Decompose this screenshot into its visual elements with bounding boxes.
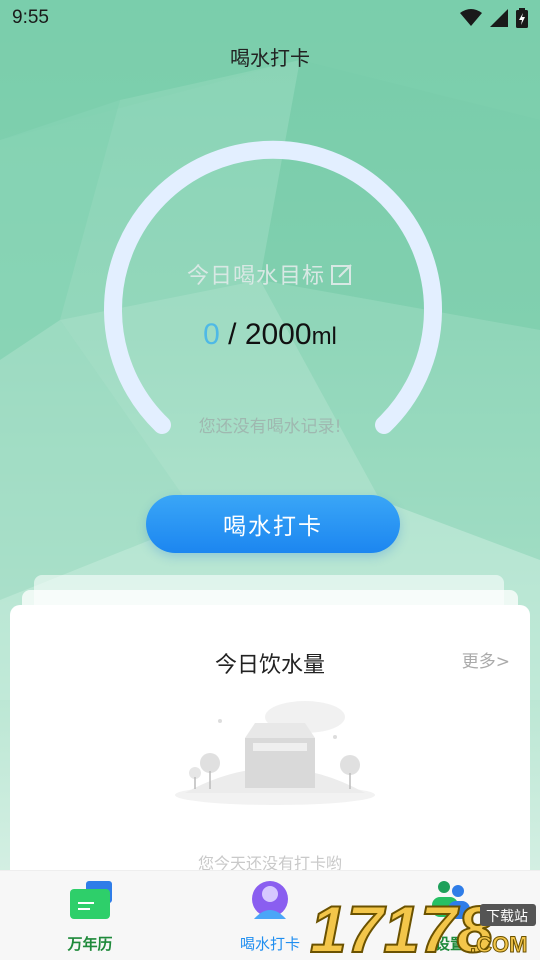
edit-icon[interactable] [331, 263, 353, 285]
no-record-message: 您还没有喝水记录! [198, 417, 342, 437]
site-watermark: 17178 下载站 .COM [310, 891, 536, 960]
calendar-folder-icon [70, 881, 112, 919]
nav-label-water-checkin: 喝水打卡 [239, 935, 300, 953]
empty-box-illustration [175, 701, 375, 805]
target-amount: 2000 [244, 318, 312, 351]
current-amount: 0 [203, 318, 220, 351]
card-title: 今日饮水量 [214, 653, 325, 678]
amount-separator: / [219, 318, 245, 351]
more-link[interactable]: 更多> [462, 647, 510, 672]
watermark-tag: 下载站 [486, 909, 528, 925]
nav-label-calendar: 万年历 [67, 935, 113, 953]
page-title: 喝水打卡 [230, 46, 310, 70]
goal-label: 今日喝水目标 [186, 264, 325, 289]
water-amount: 0 / 2000ml [0, 318, 540, 352]
status-icons [460, 8, 528, 28]
cell-signal-icon [490, 9, 508, 27]
wifi-icon [460, 9, 482, 26]
status-bar: 9:55 [0, 0, 540, 36]
user-avatar-icon [252, 881, 288, 919]
battery-charging-icon [516, 8, 528, 28]
amount-unit: ml [311, 323, 337, 350]
watermark-number: 17178 [310, 892, 494, 960]
goal-label-row[interactable]: 今日喝水目标 [0, 258, 540, 290]
checkin-button[interactable]: 喝水打卡 [146, 495, 400, 553]
nav-item-calendar[interactable]: 万年历 [0, 871, 180, 960]
today-intake-card: 今日饮水量 更多> 您今天还没有打卡哟 [10, 605, 530, 905]
watermark-suffix: .COM [470, 932, 527, 957]
status-time: 9:55 [12, 7, 49, 28]
progress-ring [104, 140, 442, 434]
